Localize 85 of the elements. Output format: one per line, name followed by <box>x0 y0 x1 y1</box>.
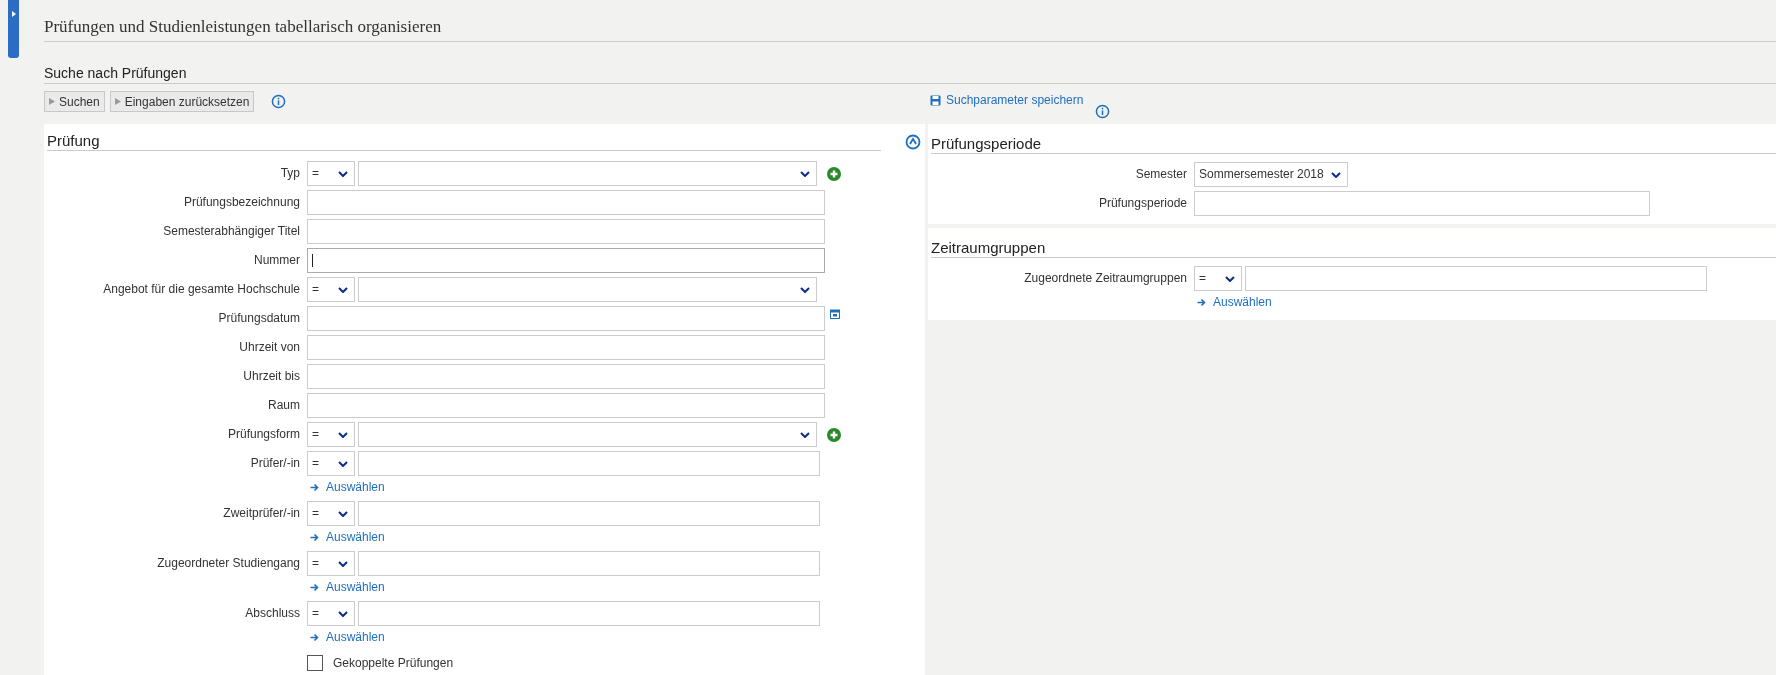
select-link[interactable]: Auswählen <box>310 580 385 594</box>
field-label: Angebot für die gesamte Hochschule <box>102 281 301 298</box>
select-link[interactable]: Auswählen <box>310 480 385 494</box>
page-title: Prüfungen und Studienleistungen tabellarisch organisieren <box>44 0 1776 42</box>
text-field[interactable] <box>358 501 820 526</box>
text-field[interactable] <box>307 306 825 331</box>
select-link[interactable]: Auswählen <box>310 630 385 644</box>
caret-icon <box>1225 276 1235 282</box>
text-field[interactable] <box>307 393 825 418</box>
operator-select[interactable]: = <box>1194 266 1242 291</box>
section-title: Suche nach Prüfungen <box>44 50 1776 84</box>
caret-icon <box>338 561 348 567</box>
dropdown-field[interactable] <box>358 422 817 447</box>
field-label: Prüfungsperiode <box>1097 195 1188 212</box>
dropdown-field[interactable] <box>358 161 817 186</box>
add-icon[interactable] <box>827 166 841 181</box>
field-label: Prüfungsform <box>226 426 301 443</box>
add-icon[interactable] <box>827 427 841 442</box>
field-label: Zugeordneter Studiengang <box>156 555 301 572</box>
calendar-icon[interactable] <box>830 309 840 319</box>
operator-select[interactable]: = <box>307 601 355 626</box>
text-field[interactable] <box>307 335 825 360</box>
save-icon <box>930 94 941 106</box>
panel-title: Prüfungsperiode <box>931 135 1776 154</box>
field-label: Uhrzeit bis <box>242 368 301 385</box>
operator-select[interactable]: = <box>307 451 355 476</box>
field-label: Semester <box>1134 166 1188 183</box>
caret-icon <box>800 171 810 177</box>
caret-icon <box>338 461 348 467</box>
save-search-link[interactable]: Suchparameter speichern <box>930 93 1084 107</box>
text-field[interactable] <box>358 551 820 576</box>
field-label: Typ <box>279 165 301 182</box>
text-field[interactable] <box>307 248 825 273</box>
arrow-right-icon <box>310 532 319 542</box>
dropdown-field[interactable] <box>358 277 817 302</box>
text-field[interactable] <box>307 190 825 215</box>
checkbox[interactable] <box>307 655 323 671</box>
field-label: Semesterabhängiger Titel <box>162 223 301 240</box>
arrow-right-icon <box>310 632 319 642</box>
panel-title: Zeitraumgruppen <box>931 239 1776 258</box>
field-label: Uhrzeit von <box>238 339 301 356</box>
toolbar-button[interactable]: Eingaben zurücksetzen <box>109 91 255 112</box>
text-field[interactable] <box>307 219 825 244</box>
operator-select[interactable]: = <box>307 551 355 576</box>
dropdown-field[interactable]: Sommersemester 2018 <box>1194 162 1348 187</box>
arrow-right-icon <box>310 582 319 592</box>
operator-select[interactable]: = <box>307 277 355 302</box>
field-label: Nummer <box>253 252 301 269</box>
text-field[interactable] <box>307 364 825 389</box>
field-label: Raum <box>267 397 301 414</box>
chevron-right-icon <box>9 10 18 18</box>
field-label: Zweitprüfer/-in <box>222 505 301 522</box>
caret-icon <box>338 432 348 438</box>
toolbar-button[interactable]: Suchen <box>44 91 105 112</box>
info-icon[interactable] <box>1095 104 1111 119</box>
caret-icon <box>338 611 348 617</box>
field-label: Prüfungsdatum <box>217 310 301 327</box>
text-field[interactable] <box>358 451 820 476</box>
panel-title: Prüfung <box>47 132 881 151</box>
operator-select[interactable]: = <box>307 501 355 526</box>
caret-icon <box>338 511 348 517</box>
caret-icon <box>800 432 810 438</box>
text-field[interactable] <box>358 601 820 626</box>
field-label: Zugeordnete Zeitraumgruppen <box>1023 270 1188 287</box>
text-field[interactable] <box>1194 191 1650 216</box>
caret-icon <box>338 171 348 177</box>
select-link[interactable]: Auswählen <box>310 530 385 544</box>
caret-icon <box>338 287 348 293</box>
select-link[interactable]: Auswählen <box>1197 295 1272 309</box>
info-icon[interactable] <box>271 94 287 109</box>
collapse-icon[interactable] <box>905 134 921 150</box>
sidebar-toggle[interactable] <box>8 0 19 58</box>
checkbox-label: Gekoppelte Prüfungen <box>333 656 454 670</box>
text-field[interactable] <box>1245 266 1707 291</box>
arrow-right-icon <box>310 482 319 492</box>
operator-select[interactable]: = <box>307 422 355 447</box>
play-icon <box>49 98 55 105</box>
field-label: Prüfer/-in <box>249 455 301 472</box>
arrow-right-icon <box>1197 297 1206 307</box>
caret-icon <box>1331 172 1341 178</box>
operator-select[interactable]: = <box>307 161 355 186</box>
field-label: Prüfungsbezeichnung <box>182 194 301 211</box>
caret-icon <box>800 287 810 293</box>
field-label: Abschluss <box>244 605 301 622</box>
play-icon <box>114 98 121 105</box>
